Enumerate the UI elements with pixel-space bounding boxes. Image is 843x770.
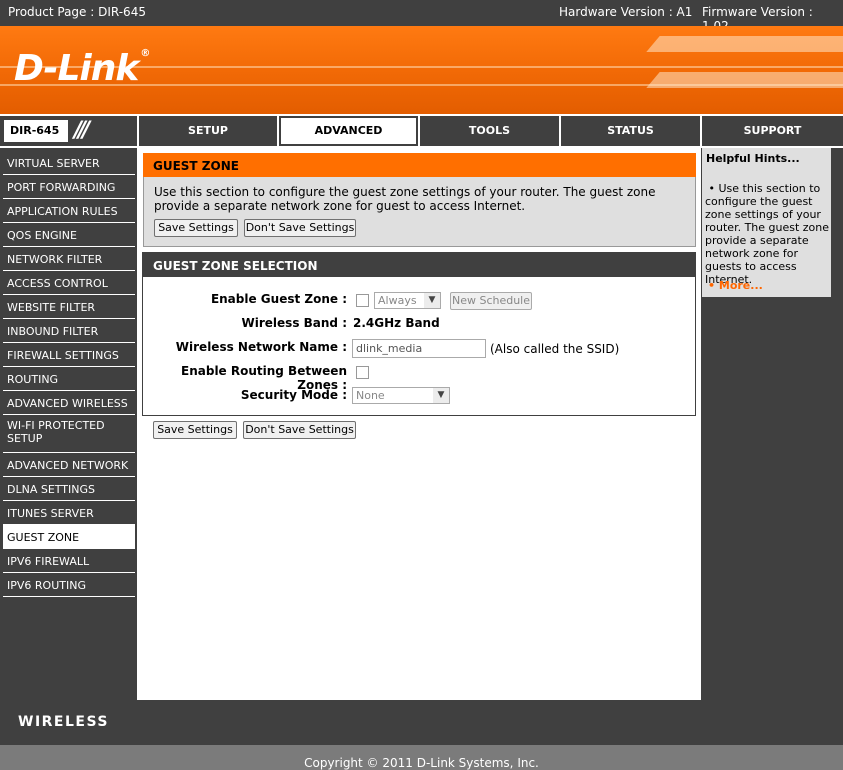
guest-zone-description: Use this section to configure the guest … [154, 185, 656, 213]
security-mode-label: Security Mode : [240, 388, 347, 402]
schedule-select[interactable]: Always ▼ [374, 292, 441, 309]
sidebar-item-advanced-network[interactable]: ADVANCED NETWORK [3, 453, 135, 477]
sidebar-item-application-rules[interactable]: APPLICATION RULES [3, 199, 135, 223]
save-settings-button[interactable]: Save Settings [154, 219, 238, 237]
tab-tools[interactable]: TOOLS [420, 116, 559, 146]
main-content: GUEST ZONE Use this section to configure… [138, 148, 700, 700]
tab-advanced[interactable]: ADVANCED [279, 116, 418, 146]
enable-guest-zone-checkbox[interactable] [356, 294, 369, 307]
sidebar-item-qos-engine[interactable]: QOS ENGINE [3, 223, 135, 247]
sidebar-item-inbound-filter[interactable]: INBOUND FILTER [3, 319, 135, 343]
sidebar-item-wifi-protected-setup[interactable]: WI-FI PROTECTED SETUP [3, 415, 135, 453]
dont-save-settings-button[interactable]: Don't Save Settings [244, 219, 356, 237]
top-info-bar: Product Page : DIR-645 Hardware Version … [0, 0, 843, 33]
model-label: DIR-645 [4, 120, 68, 142]
security-mode-select[interactable]: None ▼ [352, 387, 450, 404]
hint-bullet: • [708, 182, 716, 195]
sidebar-item-ipv6-routing[interactable]: IPV6 ROUTING [3, 573, 135, 597]
banner-swoosh [646, 72, 843, 88]
sidebar-item-access-control[interactable]: ACCESS CONTROL [3, 271, 135, 295]
sidebar-item-dlna-settings[interactable]: DLNA SETTINGS [3, 477, 135, 501]
hardware-version: Hardware Version : A1 [559, 5, 693, 19]
chevron-down-icon: ▼ [433, 388, 449, 403]
model-slash-decoration: /// [74, 118, 90, 143]
wireless-band-label: Wireless Band : [241, 316, 347, 330]
tab-status[interactable]: STATUS [561, 116, 700, 146]
sidebar-item-port-forwarding[interactable]: PORT FORWARDING [3, 175, 135, 199]
sidebar-item-network-filter[interactable]: NETWORK FILTER [3, 247, 135, 271]
sidebar-item-ipv6-firewall[interactable]: IPV6 FIREWALL [3, 549, 135, 573]
guest-zone-section: GUEST ZONE Use this section to configure… [143, 153, 696, 247]
guest-zone-selection-title: GUEST ZONE SELECTION [143, 253, 695, 277]
wireless-network-name-input[interactable]: dlink_media [352, 339, 486, 358]
dlink-logo: D-Link ® [14, 48, 150, 89]
guest-zone-title: GUEST ZONE [143, 153, 696, 177]
wireless-label: WIRELESS [18, 714, 110, 730]
sidebar-item-routing[interactable]: ROUTING [3, 367, 135, 391]
sidebar-item-advanced-wireless[interactable]: ADVANCED WIRELESS [3, 391, 135, 415]
sidebar-item-firewall-settings[interactable]: FIREWALL SETTINGS [3, 343, 135, 367]
wireless-footer: WIRELESS [0, 700, 843, 745]
wireless-band-value: 2.4GHz Band [353, 316, 440, 330]
more-link[interactable]: • More... [708, 279, 763, 292]
main-nav: DIR-645 /// SETUP ADVANCED TOOLS STATUS … [0, 116, 843, 146]
tab-setup[interactable]: SETUP [139, 116, 277, 146]
hints-title: Helpful Hints... [706, 152, 800, 165]
sidebar-item-guest-zone[interactable]: GUEST ZONE [3, 525, 135, 549]
enable-guest-zone-label: Enable Guest Zone : [210, 292, 347, 306]
left-sidebar: VIRTUAL SERVER PORT FORWARDING APPLICATI… [0, 148, 137, 700]
wireless-network-name-label: Wireless Network Name : [175, 340, 347, 354]
model-badge: DIR-645 /// [0, 116, 137, 146]
new-schedule-button[interactable]: New Schedule [450, 292, 532, 310]
helpful-hints-panel: Helpful Hints... • Use this section to c… [701, 148, 843, 700]
copyright-bar: Copyright © 2011 D-Link Systems, Inc. [0, 745, 843, 770]
sidebar-item-virtual-server[interactable]: VIRTUAL SERVER [3, 151, 135, 175]
guest-zone-selection-section: GUEST ZONE SELECTION Enable Guest Zone :… [142, 252, 696, 416]
hints-text: • Use this section to configure the gues… [705, 182, 830, 286]
enable-routing-checkbox[interactable] [356, 366, 369, 379]
chevron-down-icon: ▼ [424, 293, 440, 308]
banner-swoosh [646, 36, 843, 52]
sidebar-item-website-filter[interactable]: WEBSITE FILTER [3, 295, 135, 319]
sidebar-item-itunes-server[interactable]: ITUNES SERVER [3, 501, 135, 525]
product-page-label: Product Page : DIR-645 [8, 5, 146, 19]
dont-save-settings-button-bottom[interactable]: Don't Save Settings [243, 421, 356, 439]
brand-banner: D-Link ® [0, 26, 843, 114]
hints-box: Helpful Hints... • Use this section to c… [702, 148, 831, 297]
save-settings-button-bottom[interactable]: Save Settings [153, 421, 237, 439]
ssid-note: (Also called the SSID) [490, 342, 620, 356]
tab-support[interactable]: SUPPORT [702, 116, 843, 146]
